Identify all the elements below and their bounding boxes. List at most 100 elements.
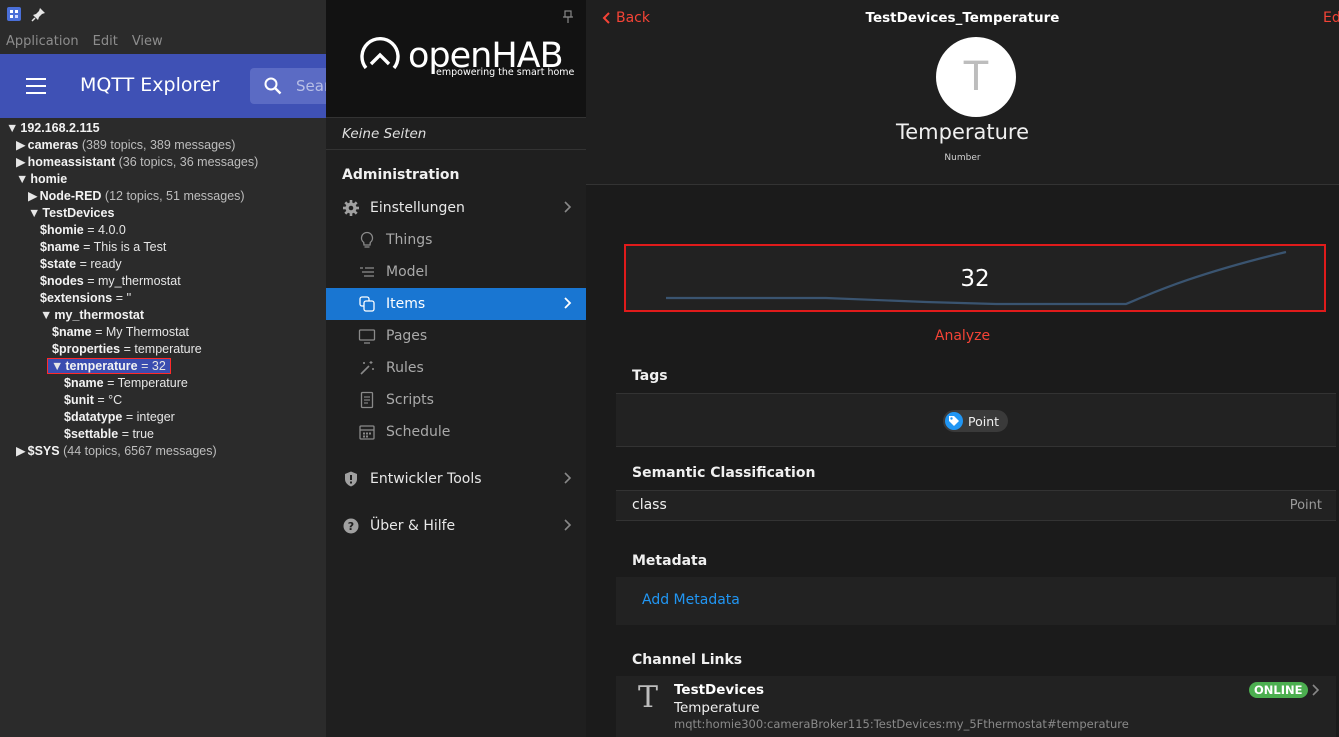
- search-icon: [264, 77, 282, 95]
- tree-node[interactable]: $properties = temperature: [0, 341, 326, 358]
- tag-chip[interactable]: Point: [943, 410, 1009, 432]
- tree-node[interactable]: $unit = °C: [0, 392, 326, 409]
- tree-node[interactable]: ▶ $SYS (44 topics, 6567 messages): [0, 443, 326, 460]
- expanded-arrow-icon[interactable]: ▼: [16, 172, 28, 186]
- menu-icon[interactable]: [26, 78, 46, 94]
- item-details-page: Back TestDevices_Temperature Ed T Temper…: [586, 0, 1339, 737]
- add-metadata-link[interactable]: Add Metadata: [642, 592, 740, 608]
- menu-view[interactable]: View: [132, 34, 163, 49]
- tree-node[interactable]: $settable = true: [0, 426, 326, 443]
- link-avatar: T: [638, 680, 659, 715]
- item-avatar: T: [936, 37, 1016, 117]
- semantic-heading: Semantic Classification: [632, 465, 816, 481]
- expanded-arrow-icon[interactable]: ▼: [40, 308, 52, 322]
- topic-value: = true: [121, 427, 154, 441]
- mqtt-titlebar: [0, 0, 326, 28]
- pin-sidebar-icon[interactable]: [562, 10, 574, 24]
- semantic-card: class Point: [616, 490, 1336, 521]
- edit-button[interactable]: Ed: [1323, 10, 1339, 26]
- tree-node[interactable]: $extensions = '': [0, 290, 326, 307]
- tree-node[interactable]: ▶ cameras (389 topics, 389 messages): [0, 137, 326, 154]
- sidebar-item-label: Items: [386, 296, 426, 312]
- sidebar-item-pages[interactable]: Pages: [326, 320, 586, 352]
- tree-node[interactable]: ▶ homeassistant (36 topics, 36 messages): [0, 154, 326, 171]
- calendar-icon: [359, 425, 375, 440]
- app-bar: MQTT Explorer: [0, 54, 326, 118]
- expanded-arrow-icon[interactable]: ▼: [6, 121, 18, 135]
- channel-links-heading: Channel Links: [632, 652, 743, 668]
- sidebar-item-label: Model: [386, 264, 429, 280]
- tree-node[interactable]: ▼ 192.168.2.115: [0, 120, 326, 137]
- tree-node[interactable]: $homie = 4.0.0: [0, 222, 326, 239]
- topic-tree: ▼ 192.168.2.115 ▶ cameras (389 topics, 389 …: [0, 118, 326, 460]
- topic-name: homeassistant: [27, 155, 116, 169]
- topic-name: temperature: [65, 359, 138, 373]
- expanded-arrow-icon[interactable]: ▼: [51, 359, 63, 373]
- topic-name: homie: [30, 172, 68, 186]
- sidebar-item-help[interactable]: ? Über & Hilfe: [326, 510, 586, 542]
- sidebar-item-entwickler-tools[interactable]: Entwickler Tools: [326, 463, 586, 495]
- tags-card: Point: [616, 393, 1336, 447]
- state-card[interactable]: 32: [624, 244, 1326, 312]
- sidebar-item-label: Rules: [386, 360, 424, 376]
- tree-node-selected[interactable]: ▼ temperature = 32: [0, 358, 326, 375]
- lightbulb-icon: [360, 231, 374, 248]
- document-icon: [360, 391, 374, 409]
- sidebar-item-items[interactable]: Items: [326, 288, 586, 320]
- search-box[interactable]: [250, 68, 326, 104]
- menubar: Application Edit View: [0, 28, 326, 54]
- channel-link-row[interactable]: T TestDevices Temperature mqtt:homie300:…: [616, 676, 1336, 737]
- sidebar-item-scripts[interactable]: Scripts: [326, 384, 586, 416]
- analyze-button[interactable]: Analyze: [586, 328, 1339, 344]
- svg-text:?: ?: [348, 520, 354, 533]
- sidebar-item-model[interactable]: Model: [326, 256, 586, 288]
- link-channel-uid: mqtt:homie300:cameraBroker115:TestDevice…: [674, 717, 1129, 731]
- item-label: Temperature: [895, 120, 1030, 144]
- sidebar-item-label: Pages: [386, 328, 428, 344]
- topic-value: = integer: [125, 410, 175, 424]
- expanded-arrow-icon[interactable]: ▼: [28, 206, 40, 220]
- topic-name: my_thermostat: [54, 308, 144, 322]
- tree-node[interactable]: $datatype = integer: [0, 409, 326, 426]
- topic-name: cameras: [27, 138, 79, 152]
- collapsed-arrow-icon[interactable]: ▶: [16, 138, 26, 152]
- topic-name: $state: [40, 257, 77, 271]
- tree-node[interactable]: $state = ready: [0, 256, 326, 273]
- topic-name: $extensions: [40, 291, 113, 305]
- tree-node[interactable]: $nodes = my_thermostat: [0, 273, 326, 290]
- sidebar-item-schedule[interactable]: Schedule: [326, 416, 586, 448]
- tree-node[interactable]: $name = Temperature: [0, 375, 326, 392]
- link-thing-label: TestDevices: [674, 682, 765, 698]
- topic-name: $datatype: [64, 410, 123, 424]
- pin-icon[interactable]: [31, 6, 47, 22]
- topic-value: = ready: [79, 257, 122, 271]
- no-pages-label: Keine Seiten: [326, 118, 586, 150]
- collapsed-arrow-icon[interactable]: ▶: [16, 444, 26, 458]
- sidebar-item-einstellungen[interactable]: Einstellungen: [326, 192, 586, 224]
- topic-name: TestDevices: [42, 206, 115, 220]
- chevron-right-icon: [564, 472, 572, 484]
- topic-name: $nodes: [40, 274, 84, 288]
- menu-edit[interactable]: Edit: [93, 34, 118, 49]
- tree-node[interactable]: ▼ my_thermostat: [0, 307, 326, 324]
- tree-node[interactable]: ▼ TestDevices: [0, 205, 326, 222]
- collapsed-arrow-icon[interactable]: ▶: [28, 189, 38, 203]
- wand-icon: [360, 361, 374, 375]
- item-state: 32: [960, 266, 990, 292]
- tree-node[interactable]: $name = My Thermostat: [0, 324, 326, 341]
- tree-node[interactable]: $name = This is a Test: [0, 239, 326, 256]
- search-input[interactable]: [296, 68, 326, 104]
- topic-name: $homie: [40, 223, 84, 237]
- list-icon: [360, 267, 374, 277]
- topic-name: $name: [64, 376, 104, 390]
- topic-value: = 4.0.0: [87, 223, 126, 237]
- topic-value: = This is a Test: [83, 240, 167, 254]
- sidebar-item-rules[interactable]: Rules: [326, 352, 586, 384]
- tree-node[interactable]: ▼ homie: [0, 171, 326, 188]
- collapsed-arrow-icon[interactable]: ▶: [16, 155, 26, 169]
- tree-node[interactable]: ▶ Node-RED (12 topics, 51 messages): [0, 188, 326, 205]
- tag-label: Point: [968, 413, 1000, 429]
- sidebar-item-things[interactable]: Things: [326, 224, 586, 256]
- menu-application[interactable]: Application: [6, 34, 79, 49]
- openhab-sidebar: openHAB empowering the smart home Keine …: [326, 0, 586, 737]
